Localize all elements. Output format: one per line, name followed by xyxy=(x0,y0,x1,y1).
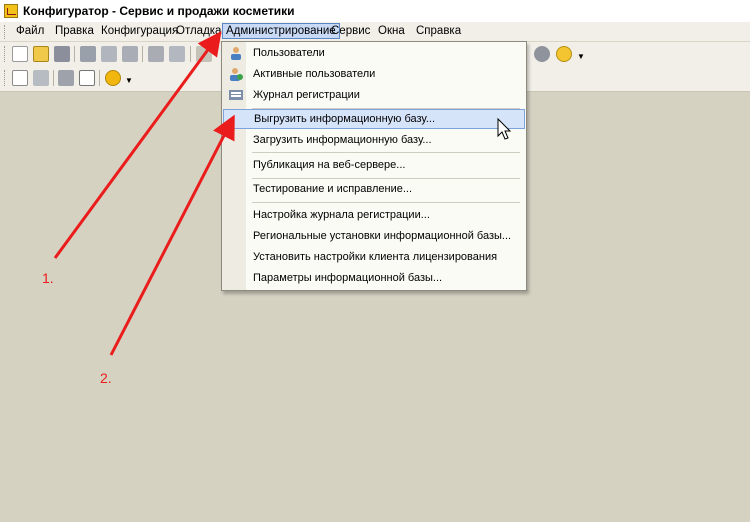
annotation-step-1: 1. xyxy=(42,270,54,286)
mouse-cursor-icon xyxy=(497,117,512,140)
annotation-step-2: 2. xyxy=(100,370,112,386)
annotation-arrow-1 xyxy=(53,31,222,259)
annotation-overlay xyxy=(53,31,512,356)
